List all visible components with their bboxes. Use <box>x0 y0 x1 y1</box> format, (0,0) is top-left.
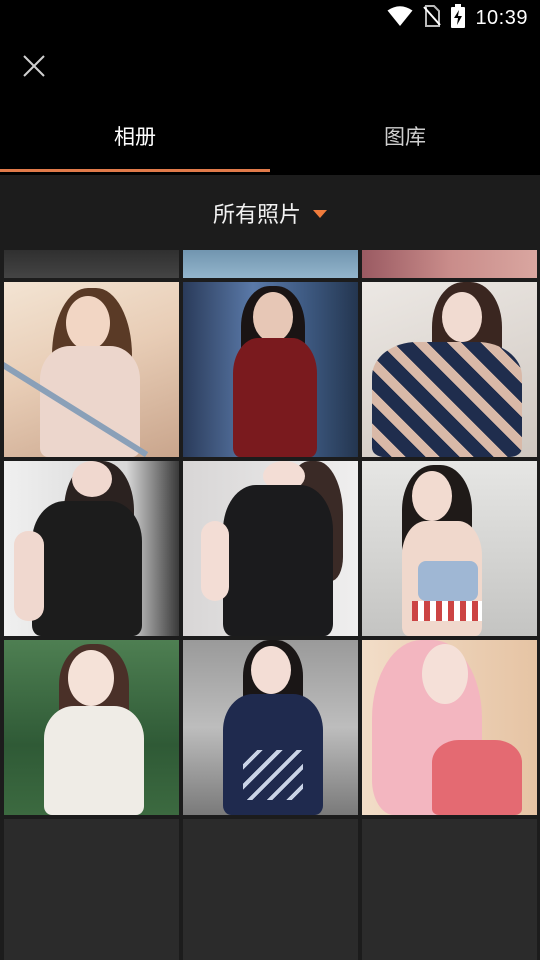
photo-grid-area <box>0 250 540 960</box>
photo-thumbnail[interactable] <box>362 640 537 815</box>
photo-thumbnail[interactable] <box>4 640 179 815</box>
photo-placeholder[interactable] <box>4 819 179 960</box>
tab-bar: 相册 图库 <box>0 100 540 172</box>
close-button[interactable] <box>14 48 54 88</box>
battery-charging-icon <box>451 4 466 32</box>
photo-thumbnail[interactable] <box>4 282 179 457</box>
photo-thumbnail[interactable] <box>183 282 358 457</box>
tab-gallery[interactable]: 图库 <box>270 100 540 172</box>
photo-placeholder[interactable] <box>183 819 358 960</box>
photo-thumbnail[interactable] <box>183 250 358 278</box>
photo-thumbnail[interactable] <box>362 282 537 457</box>
photo-thumbnail[interactable] <box>4 461 179 636</box>
close-icon <box>22 54 46 82</box>
caret-down-icon <box>313 209 327 218</box>
status-bar: 10:39 <box>0 0 540 36</box>
album-filter-dropdown[interactable]: 所有照片 <box>213 197 327 229</box>
photo-placeholder[interactable] <box>362 819 537 960</box>
filter-bar: 所有照片 <box>0 175 540 250</box>
wifi-icon <box>387 5 413 31</box>
status-time: 10:39 <box>475 6 528 29</box>
photo-thumbnail[interactable] <box>183 640 358 815</box>
photo-thumbnail[interactable] <box>4 250 179 278</box>
photo-thumbnail[interactable] <box>362 250 537 278</box>
tab-album-label: 相册 <box>114 125 156 149</box>
header <box>0 36 540 100</box>
tab-gallery-label: 图库 <box>384 125 426 149</box>
photo-thumbnail[interactable] <box>183 461 358 636</box>
tab-indicator <box>0 169 270 172</box>
photo-grid <box>4 250 538 960</box>
album-filter-label: 所有照片 <box>212 202 301 228</box>
tab-album[interactable]: 相册 <box>0 100 270 172</box>
photo-thumbnail[interactable] <box>362 461 537 636</box>
no-sim-icon <box>423 5 442 31</box>
status-icons: 10:39 <box>387 4 528 32</box>
